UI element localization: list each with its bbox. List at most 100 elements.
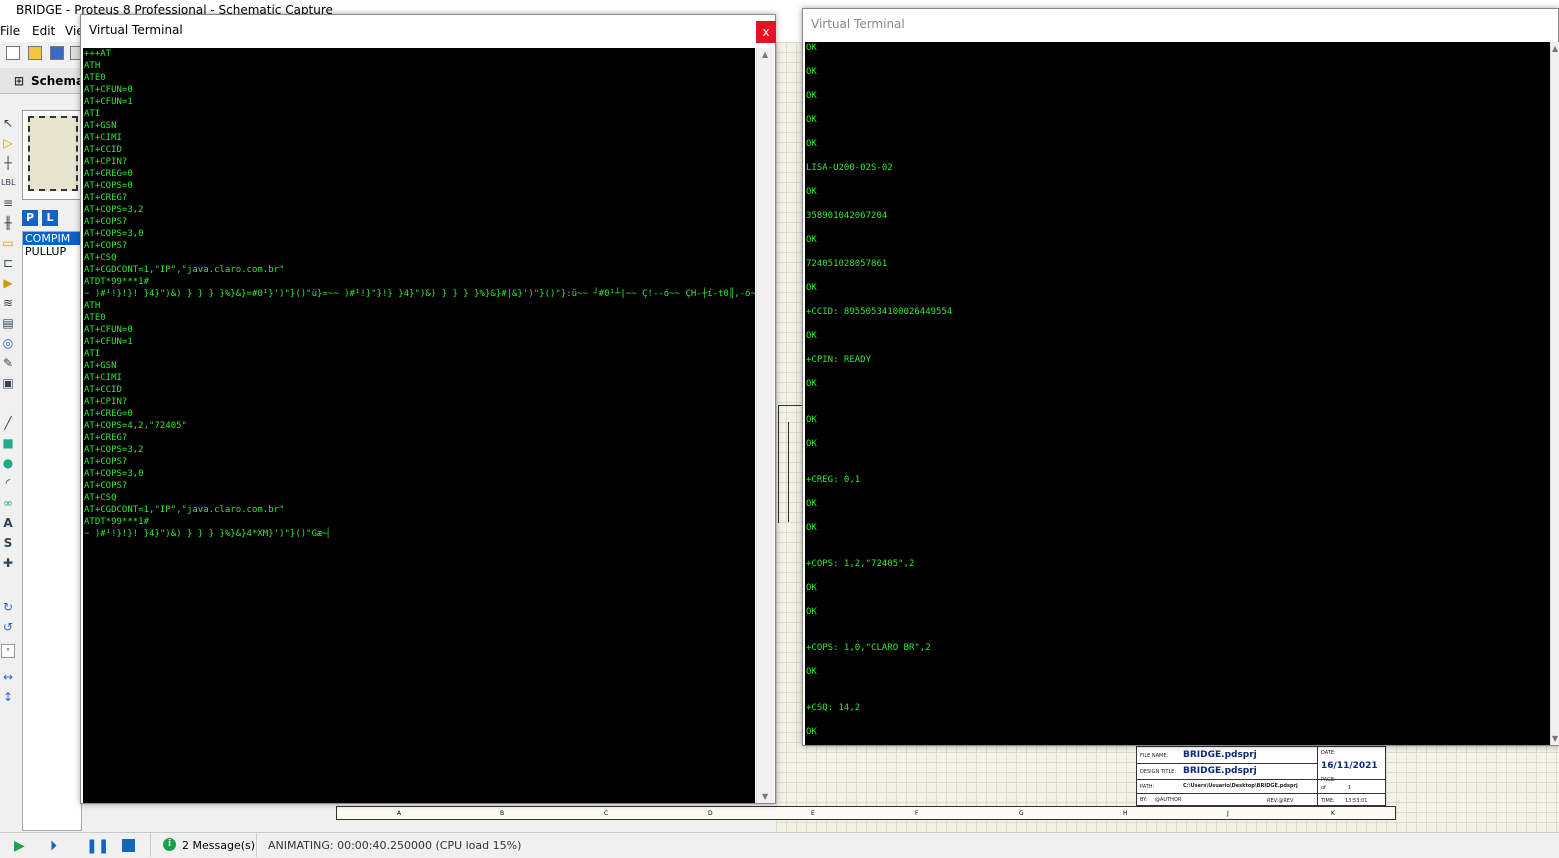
- overview-preview[interactable]: [22, 110, 82, 200]
- by-label: BY:: [1140, 797, 1148, 803]
- page-label: PAGE:: [1321, 777, 1336, 783]
- terminal-icon[interactable]: ⊏: [1, 256, 15, 270]
- terminal-line: OK: [806, 331, 817, 341]
- junction-icon[interactable]: ┼: [1, 156, 15, 170]
- device-item[interactable]: PULLUP: [23, 245, 81, 258]
- circle-icon[interactable]: ●: [1, 456, 15, 470]
- path-value: C:\Users\Usuario\Desktop\BRIDGE.pdsprj: [1183, 783, 1298, 789]
- device-pin-icon[interactable]: ▶: [1, 276, 15, 290]
- terminal-line: ATI: [84, 109, 101, 119]
- terminal-title[interactable]: Virtual Terminal: [803, 9, 1558, 39]
- generator-icon[interactable]: ◎: [1, 336, 15, 350]
- tape-icon[interactable]: ▤: [1, 316, 15, 330]
- sheet-frame-columns: A B C D E F G H J K: [336, 806, 1396, 820]
- terminal-line: OK: [806, 67, 817, 77]
- new-file-icon[interactable]: [6, 46, 20, 60]
- terminal-line: AT+GSN: [84, 121, 117, 131]
- selection-icon[interactable]: ↖: [1, 116, 15, 130]
- menu-file[interactable]: File: [0, 24, 20, 38]
- terminal-line: OK: [806, 667, 817, 677]
- terminal-line: AT+COPS=3,2: [84, 205, 144, 215]
- scroll-down-icon[interactable]: ▼: [762, 792, 768, 801]
- save-icon[interactable]: [50, 46, 64, 60]
- play-icon[interactable]: ▶: [14, 839, 28, 853]
- scroll-up-icon[interactable]: ▲: [762, 50, 768, 59]
- terminal-output[interactable]: +++AT ATH ATE0 AT+CFUN=0 AT+CFUN=1 ATI AT+GSN A…: [83, 48, 755, 803]
- vertical-scrollbar[interactable]: ▲ ▼: [1550, 42, 1559, 745]
- bus-icon[interactable]: ╫: [1, 216, 15, 230]
- messages-count[interactable]: 2 Message(s): [182, 839, 255, 852]
- terminal-line: AT+CSQ: [84, 253, 117, 263]
- marker-icon[interactable]: ✚: [1, 556, 15, 570]
- device-item[interactable]: COMPIM: [23, 232, 81, 245]
- symbol-icon[interactable]: S: [1, 536, 15, 550]
- open-folder-icon[interactable]: [28, 46, 42, 60]
- scroll-up-icon[interactable]: ▲: [1552, 44, 1558, 53]
- virtual-terminal-1[interactable]: Virtual Terminal x +++AT ATH ATE0 AT+CFUN=0…: [80, 14, 776, 804]
- schematic-tab[interactable]: ⊞ Schemat: [0, 68, 90, 94]
- vertical-scrollbar[interactable]: ▲ ▼: [756, 48, 774, 803]
- file-name-label: FILE NAME:: [1140, 753, 1169, 759]
- scroll-down-icon[interactable]: ▼: [1552, 734, 1558, 743]
- pick-devices-button[interactable]: P: [22, 210, 38, 226]
- path-icon[interactable]: ∞: [1, 496, 15, 510]
- library-manager-button[interactable]: L: [42, 210, 58, 226]
- terminal-line: AT+COPS?: [84, 241, 128, 251]
- terminal-line: +CPIN: READY: [806, 355, 872, 365]
- divider: [256, 833, 257, 857]
- terminal-line: AT+CREG?: [84, 193, 128, 203]
- terminal-line: AT+CGDCONT=1,"IP","java.claro.com.br": [84, 505, 285, 515]
- pause-icon[interactable]: ❚❚: [86, 839, 109, 853]
- text-icon[interactable]: A: [1, 516, 15, 530]
- terminal-line: OK: [806, 91, 817, 101]
- box-icon[interactable]: ■: [1, 436, 15, 450]
- terminal-line: OK: [806, 187, 817, 197]
- info-icon: i: [163, 838, 176, 851]
- instrument-icon[interactable]: ▣: [1, 376, 15, 390]
- terminal-line: AT+CPIN?: [84, 157, 128, 167]
- component-icon[interactable]: ▷: [1, 136, 15, 150]
- column-label: E: [811, 810, 815, 817]
- terminal-line: ~ )#¹!}!}! }4}")&) } } } }%}&}4*XM}')"}(…: [84, 529, 334, 539]
- mirror-x-icon[interactable]: ↔: [1, 670, 15, 684]
- label-icon[interactable]: LBL: [1, 176, 15, 190]
- close-button[interactable]: x: [756, 21, 776, 43]
- terminal-output[interactable]: OK OK OK OK OK LISA-U200-02S-02 OK 358901042067…: [805, 42, 1550, 745]
- line-icon[interactable]: ╱: [1, 416, 15, 430]
- terminal-line: ATI: [84, 349, 101, 359]
- graph-icon[interactable]: ≋: [1, 296, 15, 310]
- terminal-line: 724051028057861: [806, 259, 888, 269]
- terminal-line: AT+COPS=3,2: [84, 445, 144, 455]
- rotate-ccw-icon[interactable]: ↺: [1, 620, 15, 634]
- time-label: TIME:: [1321, 798, 1335, 804]
- stop-icon[interactable]: [122, 839, 135, 852]
- terminal-title[interactable]: Virtual Terminal: [81, 15, 756, 45]
- menu-edit[interactable]: Edit: [32, 24, 55, 38]
- arc-icon[interactable]: ◜: [1, 476, 15, 490]
- subcircuit-icon[interactable]: ▭: [1, 236, 15, 250]
- terminal-line: OK: [806, 727, 817, 737]
- step-icon[interactable]: ⏵: [50, 839, 64, 853]
- column-label: H: [1123, 810, 1128, 817]
- page-of: of: [1321, 785, 1326, 791]
- virtual-terminal-2[interactable]: Virtual Terminal OK OK OK OK OK LISA-U200-02S…: [802, 8, 1559, 746]
- angle-field[interactable]: °: [1, 644, 15, 658]
- text-script-icon[interactable]: ≡: [1, 196, 15, 210]
- probe-icon[interactable]: ✎: [1, 356, 15, 370]
- terminal-line: ATH: [84, 61, 101, 71]
- rotate-cw-icon[interactable]: ↻: [1, 600, 15, 614]
- mirror-y-icon[interactable]: ↕: [1, 690, 15, 704]
- column-label: F: [915, 810, 919, 817]
- terminal-line: 358901042067204: [806, 211, 888, 221]
- terminal-line: OK: [806, 523, 817, 533]
- simulation-status: ANIMATING: 00:00:40.250000 (CPU load 15%…: [268, 839, 522, 852]
